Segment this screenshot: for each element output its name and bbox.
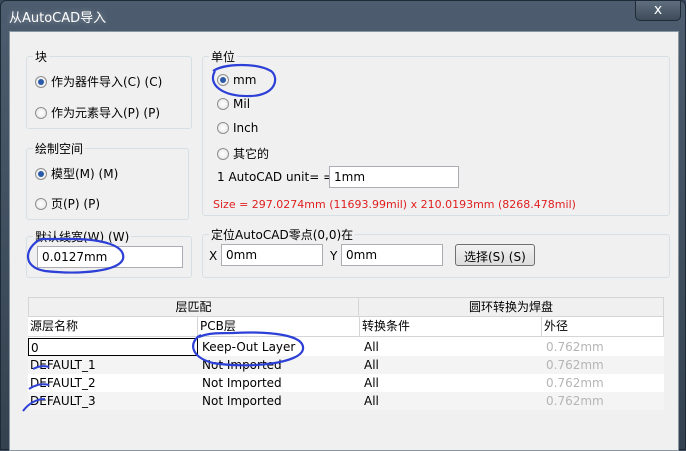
radio-unchecked-icon (35, 107, 47, 119)
radio-checked-icon (35, 168, 47, 180)
autocad-unit-label: 1 AutoCAD unit= = (217, 170, 334, 184)
radio-label: 其它的 (233, 147, 270, 161)
radio-unit-other[interactable]: 其它的 (217, 145, 269, 162)
table-cell-source-layer[interactable]: DEFAULT_1 (28, 356, 96, 374)
default-linewidth-input[interactable]: 0.0127mm (37, 246, 183, 268)
dialog-window: 从AutoCAD导入 x 块 作为器件导入(C) (C) 作为元素导入(P) (… (0, 0, 686, 451)
radio-checked-icon (217, 74, 229, 86)
origin-y-input[interactable]: 0mm (341, 244, 443, 266)
window-title: 从AutoCAD导入 (9, 11, 107, 26)
block-group-legend: 块 (33, 48, 50, 65)
radio-unchecked-icon (217, 98, 229, 110)
default-linewidth-legend: 默认线宽(W) (W) (33, 228, 132, 245)
radio-checked-icon (35, 76, 47, 88)
default-linewidth-group: 默认线宽(W) (W) 0.0127mm (26, 228, 192, 278)
column-header-source-layer[interactable]: 源层名称 (28, 317, 198, 337)
units-group: 单位 mm Mil Inch 其它的 1 AutoCAD unit= = 1mm… (202, 48, 670, 216)
radio-label: 作为器件导入(C) (C) (51, 75, 163, 89)
table-cell-source-layer[interactable]: DEFAULT_3 (28, 392, 96, 410)
radio-unchecked-icon (217, 122, 229, 134)
radio-model-space[interactable]: 模型(M) (M) (35, 165, 118, 182)
select-origin-button[interactable]: 选择(S) (S) (455, 244, 535, 266)
radio-label: mm (233, 73, 257, 87)
radio-import-as-primitive[interactable]: 作为元素导入(P) (P) (35, 104, 160, 121)
radio-label: Inch (233, 121, 259, 135)
radio-unit-mm[interactable]: mm (217, 73, 256, 87)
radio-label: 页(P) (P) (51, 197, 101, 211)
table-cell-condition[interactable]: All (362, 374, 379, 392)
origin-group: 定位AutoCAD零点(0,0)在 X 0mm Y 0mm 选择(S) (S) (202, 226, 670, 278)
table-cell-outer-diameter[interactable]: 0.762mm (544, 392, 604, 410)
origin-x-label: X (209, 249, 218, 263)
table-cell-source-layer[interactable]: 0 (28, 338, 198, 356)
radio-label: 模型(M) (M) (51, 167, 119, 181)
table-cell-outer-diameter[interactable]: 0.762mm (544, 356, 604, 374)
origin-legend: 定位AutoCAD零点(0,0)在 (209, 226, 356, 243)
drawing-size-text: Size = 297.0274mm (11693.99mil) x 210.01… (213, 198, 576, 211)
origin-y-label: Y (330, 249, 338, 263)
column-header-condition[interactable]: 转换条件 (360, 317, 542, 337)
pad-conversion-header: 圆环转换为焊盘 (358, 297, 664, 317)
table-cell-source-layer[interactable]: DEFAULT_2 (28, 374, 96, 392)
close-icon: x (653, 2, 663, 18)
table-cell-condition[interactable]: All (362, 392, 379, 410)
radio-import-as-component[interactable]: 作为器件导入(C) (C) (35, 73, 162, 90)
column-header-pcb-layer[interactable]: PCB层 (198, 317, 360, 337)
radio-label: Mil (233, 97, 251, 111)
radio-unchecked-icon (217, 148, 229, 160)
table-cell-pcb-layer[interactable]: Not Imported (200, 356, 282, 374)
table-cell-outer-diameter[interactable]: 0.762mm (544, 374, 604, 392)
table-cell-condition[interactable]: All (362, 356, 379, 374)
drawing-space-legend: 绘制空间 (33, 140, 86, 157)
layer-match-header: 层匹配 (28, 297, 359, 317)
table-cell-pcb-layer[interactable]: Not Imported (200, 374, 282, 392)
table-cell-pcb-layer[interactable]: Not Imported (200, 392, 282, 410)
drawing-space-group: 绘制空间 模型(M) (M) 页(P) (P) (26, 140, 189, 220)
table-cell-outer-diameter[interactable]: 0.762mm (544, 338, 604, 356)
table-cell-condition[interactable]: All (362, 338, 379, 356)
column-header-outer-diameter[interactable]: 外径 (542, 317, 664, 337)
radio-label: 作为元素导入(P) (P) (51, 106, 161, 120)
title-bar[interactable]: 从AutoCAD导入 x (1, 1, 685, 29)
radio-unit-mil[interactable]: Mil (217, 97, 250, 111)
radio-unchecked-icon (35, 198, 47, 210)
block-group: 块 作为器件导入(C) (C) 作为元素导入(P) (P) (26, 48, 192, 129)
autocad-unit-input[interactable]: 1mm (329, 166, 459, 188)
origin-x-input[interactable]: 0mm (221, 244, 323, 266)
dialog-body: 块 作为器件导入(C) (C) 作为元素导入(P) (P) 绘制空间 模型(M)… (9, 31, 679, 451)
table-cell-pcb-layer[interactable]: Keep-Out Layer (200, 338, 295, 356)
units-legend: 单位 (209, 48, 238, 65)
radio-paper-space[interactable]: 页(P) (P) (35, 195, 100, 212)
close-button[interactable]: x (635, 1, 681, 21)
radio-unit-inch[interactable]: Inch (217, 121, 258, 135)
layer-mapping-table: 层匹配 圆环转换为焊盘 源层名称 PCB层 转换条件 外径 0 Keep-Out… (28, 297, 664, 410)
